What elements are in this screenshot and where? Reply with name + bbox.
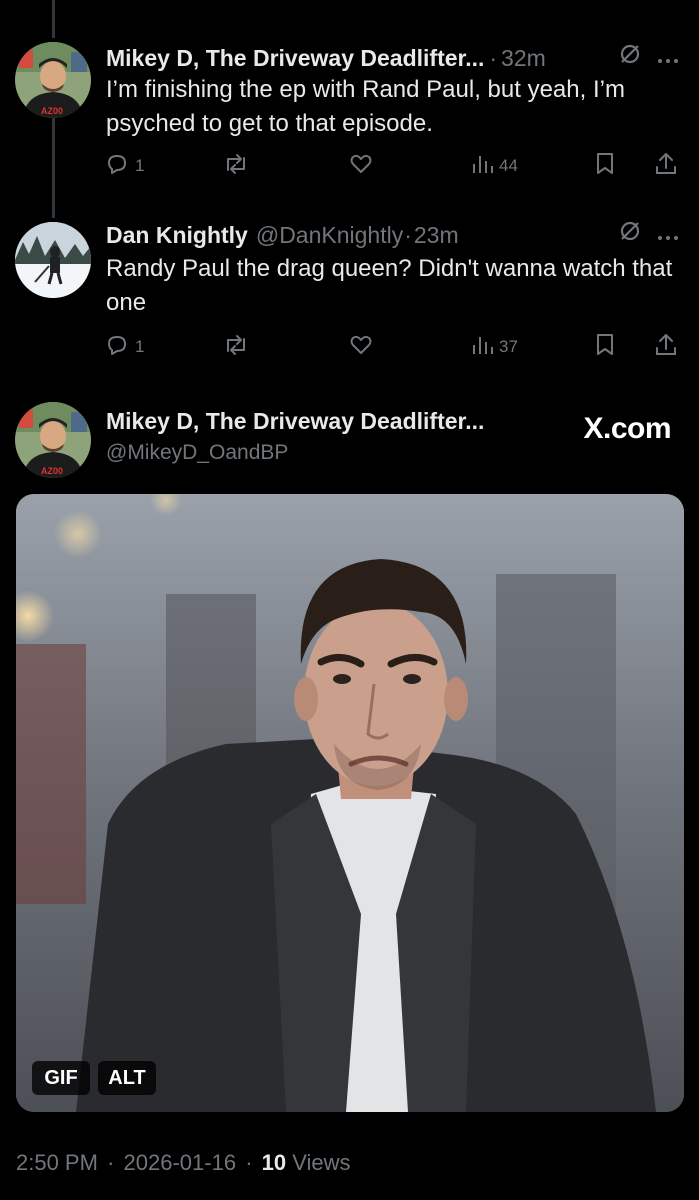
slash-circle-icon[interactable] [619, 43, 641, 71]
reply-count: 1 [135, 337, 145, 356]
like-button[interactable] [348, 149, 374, 183]
thread-line-top [52, 0, 55, 38]
analytics-icon [470, 332, 494, 363]
slash-circle-icon[interactable] [619, 220, 641, 248]
avatar-mikey[interactable]: AZ00 [15, 42, 91, 118]
views-count: 37 [499, 337, 518, 356]
like-button[interactable] [348, 330, 374, 364]
separator: · [489, 44, 498, 71]
bookmark-icon [594, 151, 616, 182]
reply-icon [104, 332, 130, 363]
thread-line [52, 118, 55, 218]
svg-text:AZ00: AZ00 [41, 106, 63, 116]
share-button[interactable] [654, 149, 678, 183]
post-time: 2:50 PM [16, 1150, 98, 1175]
bookmark-button[interactable] [594, 330, 616, 364]
views-count: 44 [499, 156, 518, 175]
repost-button[interactable] [222, 330, 250, 364]
gif-frame [16, 494, 684, 1112]
avatar-dan[interactable] [15, 222, 91, 298]
share-icon [654, 332, 678, 363]
more-icon[interactable] [657, 44, 679, 71]
share-icon [654, 151, 678, 182]
timestamp[interactable]: 32m [501, 45, 546, 72]
timestamp[interactable]: 23m [414, 222, 459, 249]
share-button[interactable] [654, 330, 678, 364]
tweet-header: Dan Knightly @DanKnightly · 23m [106, 218, 679, 252]
separator: · [404, 221, 412, 248]
repost-icon [222, 332, 250, 363]
tweet-text: Randy Paul the drag queen? Didn't wanna … [106, 255, 673, 316]
views-button[interactable]: 37 [470, 330, 518, 364]
author-name[interactable]: Mikey D, The Driveway Deadlifter... [106, 45, 484, 72]
gif-media[interactable]: GIF ALT [16, 494, 684, 1112]
brand-watermark: X.com [583, 412, 671, 445]
repost-icon [222, 151, 250, 182]
tweet-text: I’m finishing the ep with Rand Paul, but… [106, 76, 625, 137]
svg-text:AZ00: AZ00 [41, 466, 63, 476]
analytics-icon [470, 151, 494, 182]
separator: · [107, 1150, 115, 1175]
repost-button[interactable] [222, 149, 250, 183]
bookmark-icon [594, 332, 616, 363]
more-icon[interactable] [657, 221, 679, 248]
tweet-header: Mikey D, The Driveway Deadlifter... · 32… [106, 41, 679, 75]
post-date: 2026-01-16 [123, 1150, 237, 1175]
tweet-actions: 1 44 [104, 149, 678, 183]
reply-button[interactable]: 1 [104, 330, 144, 364]
bookmark-button[interactable] [594, 149, 616, 183]
views-count: 10 [261, 1150, 287, 1175]
heart-icon [348, 151, 374, 182]
tweet-header-icons [619, 220, 679, 248]
avatar-mikey[interactable]: AZ00 [15, 402, 91, 478]
heart-icon [348, 332, 374, 363]
alt-badge[interactable]: ALT [98, 1061, 156, 1095]
views-button[interactable]: 44 [470, 149, 518, 183]
reply-count: 1 [135, 156, 145, 175]
reply-button[interactable]: 1 [104, 149, 144, 183]
gif-badge: GIF [32, 1061, 90, 1095]
separator: · [245, 1150, 253, 1175]
tweet-actions: 1 37 [104, 330, 678, 364]
author-handle[interactable]: @DanKnightly [256, 222, 403, 249]
author-name[interactable]: Dan Knightly [106, 222, 248, 249]
views-label[interactable]: Views [292, 1150, 350, 1175]
post-footer: 2:50 PM · 2026-01-16 · 10 Views [16, 1150, 351, 1176]
reply-icon [104, 151, 130, 182]
tweet-header-icons [619, 43, 679, 71]
